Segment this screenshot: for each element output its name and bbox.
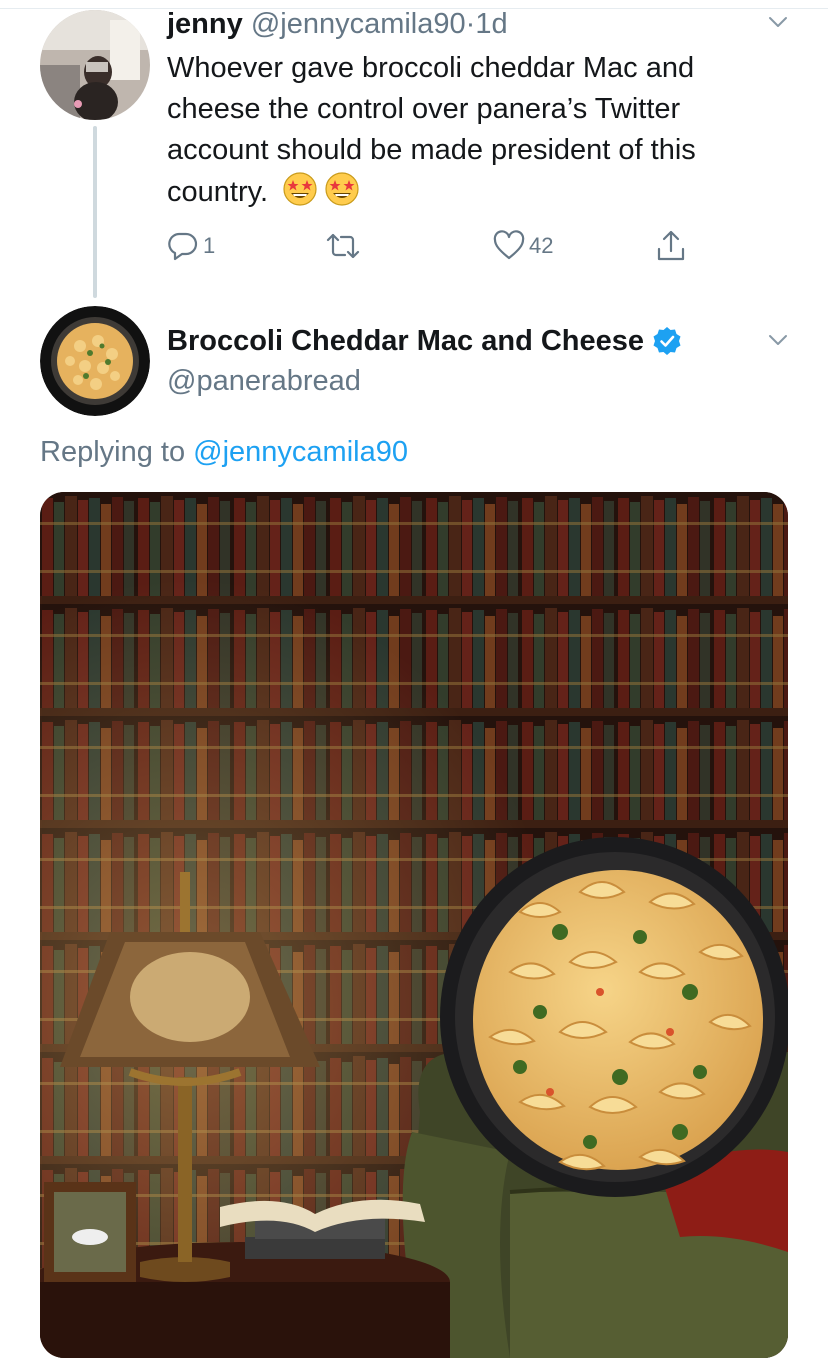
retweet-button[interactable] <box>325 226 361 266</box>
tweet1-author-name[interactable]: jenny <box>167 8 243 40</box>
replying-to-line: Replying to @jennycamila90 <box>40 432 408 472</box>
chevron-down-icon[interactable] <box>768 12 788 32</box>
tweet1-separator: · <box>465 8 476 40</box>
reply-count: 1 <box>203 233 216 258</box>
tweet2-author-row: Broccoli Cheddar Mac and Cheese <box>167 322 682 360</box>
tweet1-age[interactable]: 1d <box>475 8 507 40</box>
share-button[interactable] <box>655 226 687 266</box>
chevron-down-icon[interactable] <box>768 330 788 350</box>
reply-button[interactable]: 1 <box>167 226 215 266</box>
avatar-jenny[interactable] <box>40 10 150 120</box>
heart-icon <box>493 230 525 260</box>
like-button[interactable]: 42 <box>493 226 553 266</box>
replying-to-link[interactable]: @jennycamila90 <box>193 436 408 468</box>
tweet1-header: jenny @jennycamila90·1d <box>167 6 508 42</box>
tweet1-text-block: Whoever gave broccoli cheddar Mac and ch… <box>167 48 787 213</box>
tweet2-author-name[interactable]: Broccoli Cheddar Mac and Cheese <box>167 322 644 360</box>
replying-to-prefix: Replying to <box>40 436 186 468</box>
verified-badge-icon <box>653 327 681 355</box>
share-icon <box>657 230 685 261</box>
tweet2-handle[interactable]: @panerabread <box>167 362 361 400</box>
retweet-icon <box>326 233 360 259</box>
avatar-panerabread[interactable] <box>40 306 150 416</box>
tweet1-text: Whoever gave broccoli cheddar Mac and ch… <box>167 52 696 208</box>
thread-line <box>93 126 97 298</box>
star-struck-emoji-icon <box>283 172 317 206</box>
library-mac-and-cheese-illustration <box>40 492 788 1358</box>
tweet2-media-image[interactable] <box>40 492 788 1358</box>
reply-icon <box>168 232 198 261</box>
tweet1-handle[interactable]: @jennycamila90 <box>251 8 466 40</box>
like-count: 42 <box>529 233 554 258</box>
tweet1-action-bar: 1 42 <box>167 226 727 266</box>
star-struck-emoji-icon <box>325 172 359 206</box>
